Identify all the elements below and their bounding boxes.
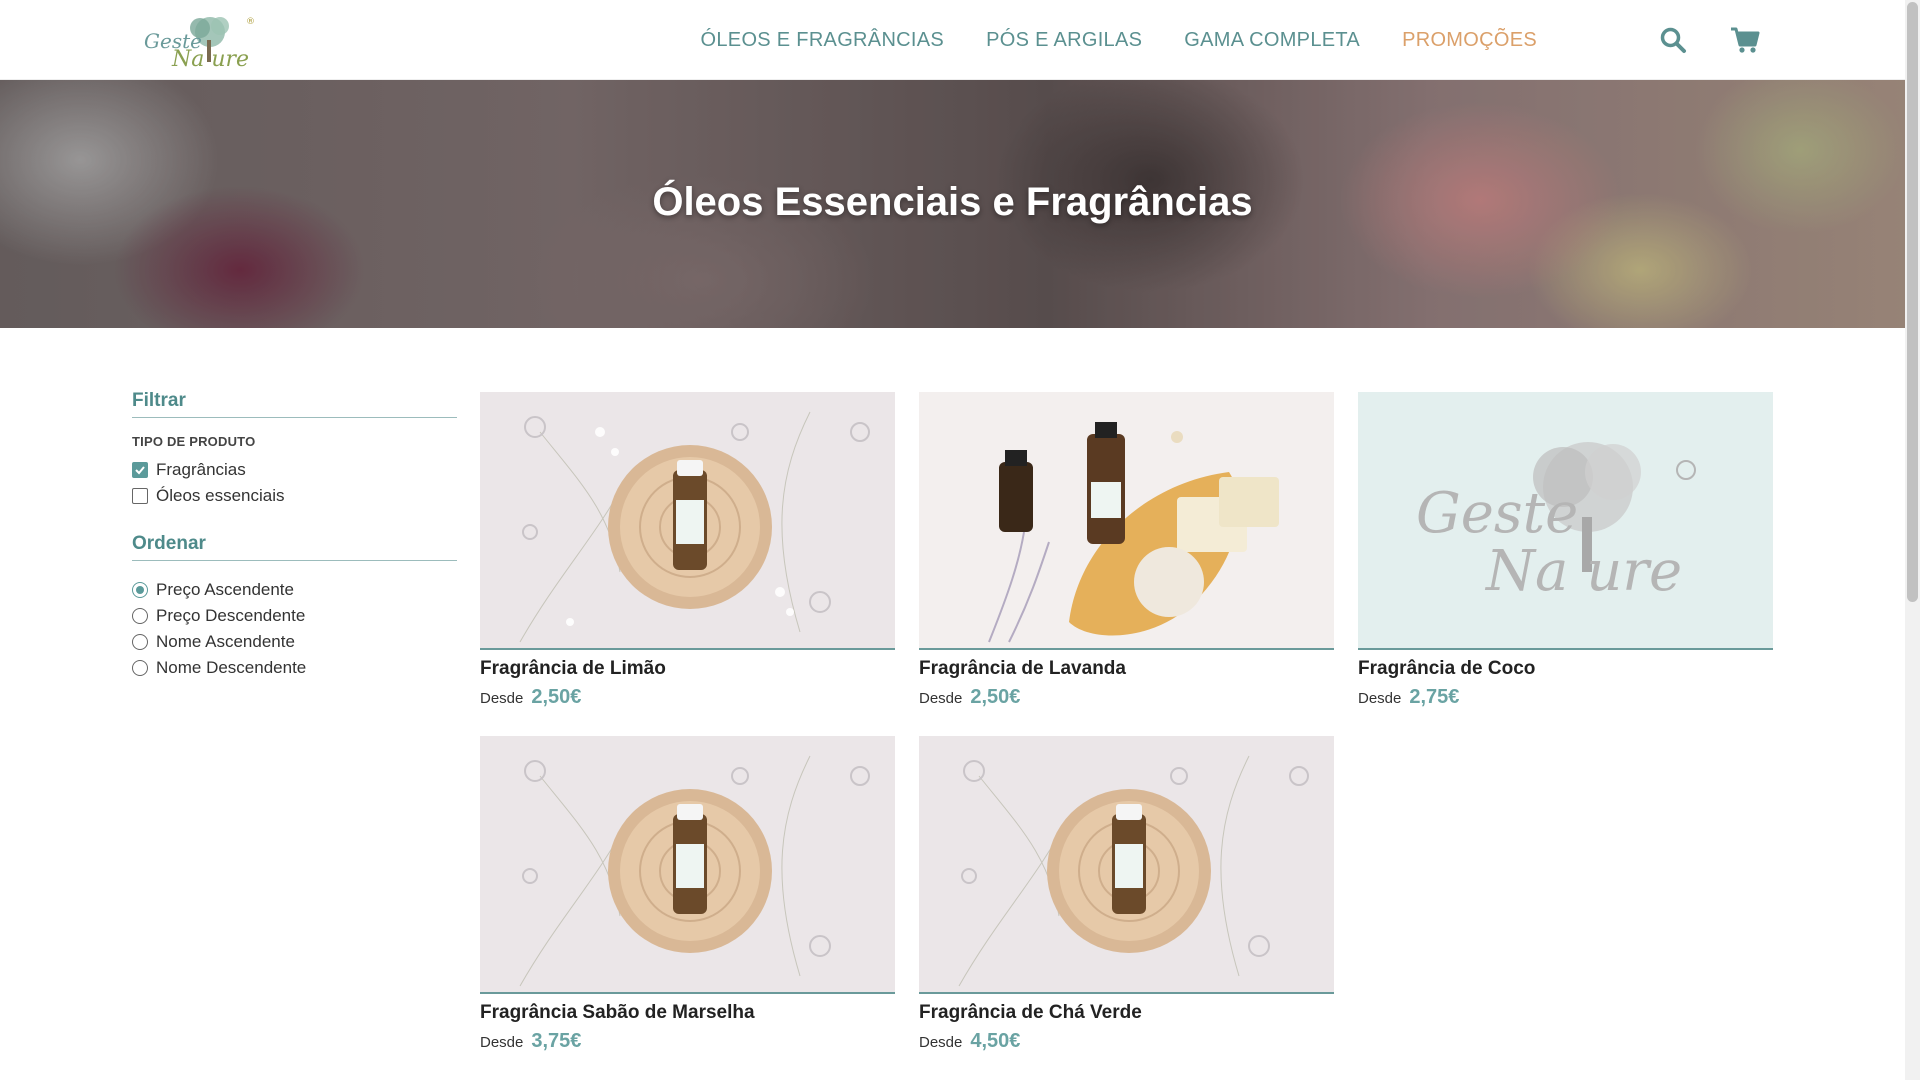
checkbox-checked[interactable] xyxy=(132,462,148,478)
filter-oleos-label: Óleos essenciais xyxy=(156,486,285,505)
logo-icon: Geste Na ure ® xyxy=(144,17,255,72)
filter-fragrancias-label: Fragrâncias xyxy=(156,460,246,479)
product-card[interactable]: Geste Na ure Fragrância de Coco Desde 2,… xyxy=(1358,392,1773,712)
product-card[interactable]: Fragrância de Lavanda Desde 2,50€ xyxy=(919,392,1334,712)
price-value: 2,50€ xyxy=(970,686,1021,708)
sort-nome-ascendente[interactable]: Nome Ascendente xyxy=(132,629,457,655)
radio-unselected[interactable] xyxy=(132,608,148,624)
radio-unselected[interactable] xyxy=(132,660,148,676)
product-name[interactable]: Fragrância de Chá Verde xyxy=(919,1002,1334,1024)
search-icon xyxy=(1660,27,1686,53)
product-price: Desde 2,50€ xyxy=(480,686,895,709)
price-value: 2,50€ xyxy=(531,686,582,708)
sort-nome-descendente[interactable]: Nome Descendente xyxy=(132,655,457,681)
radio-selected[interactable] xyxy=(132,582,148,598)
svg-text:Geste: Geste xyxy=(1416,481,1578,546)
cart-icon xyxy=(1731,27,1760,53)
site-header: Geste Na ure ® ÓLEOS E FRAGRÂNCIAS PÓS E… xyxy=(0,0,1905,80)
product-name[interactable]: Fragrância de Lavanda xyxy=(919,658,1334,680)
svg-text:Na ure: Na ure xyxy=(171,47,249,70)
search-button[interactable] xyxy=(1655,22,1691,58)
hero-banner: Óleos Essenciais e Fragrâncias xyxy=(0,80,1905,328)
filter-sidebar: Filtrar TIPO DE PRODUTO Fragrâncias Óleo… xyxy=(132,390,457,681)
nav-gama-completa[interactable]: GAMA COMPLETA xyxy=(1184,29,1360,52)
product-image[interactable] xyxy=(480,736,895,994)
price-from-label: Desde xyxy=(919,1034,963,1051)
product-image[interactable] xyxy=(480,392,895,650)
product-price: Desde 4,50€ xyxy=(919,1030,1334,1053)
page-title: Óleos Essenciais e Fragrâncias xyxy=(652,180,1253,224)
bottle-on-wood-slice-image xyxy=(958,755,1309,987)
product-price: Desde 2,75€ xyxy=(1358,686,1773,709)
price-from-label: Desde xyxy=(919,690,963,707)
price-from-label: Desde xyxy=(480,690,524,707)
bottles-and-soaps-image xyxy=(988,422,1279,643)
bottle-on-wood-slice-image xyxy=(519,755,870,987)
sort-option-label: Nome Ascendente xyxy=(156,632,295,651)
sort-preco-descendente[interactable]: Preço Descendente xyxy=(132,603,457,629)
sort-heading: Ordenar xyxy=(132,533,457,561)
logo[interactable]: Geste Na ure ® xyxy=(140,10,270,72)
sort-preco-ascendente[interactable]: Preço Ascendente xyxy=(132,577,457,603)
product-image[interactable] xyxy=(919,392,1334,650)
bottle-on-wood-slice-image xyxy=(519,411,870,643)
price-from-label: Desde xyxy=(1358,690,1402,707)
price-value: 2,75€ xyxy=(1409,686,1460,708)
scrollbar[interactable] xyxy=(1905,0,1920,1080)
geste-nature-logo-placeholder-image: Geste Na ure xyxy=(1416,442,1696,604)
svg-text:Na ure: Na ure xyxy=(1484,539,1682,604)
cart-button[interactable] xyxy=(1727,22,1763,58)
price-value: 3,75€ xyxy=(531,1030,582,1052)
sort-option-label: Preço Descendente xyxy=(156,606,306,625)
product-name[interactable]: Fragrância Sabão de Marselha xyxy=(480,1002,895,1024)
check-icon xyxy=(135,466,145,475)
price-from-label: Desde xyxy=(480,1034,524,1051)
sort-option-label: Preço Ascendente xyxy=(156,580,294,599)
product-type-label: TIPO DE PRODUTO xyxy=(132,434,256,449)
product-card[interactable]: Fragrância de Limão Desde 2,50€ xyxy=(480,392,895,712)
filter-oleos-essenciais[interactable]: Óleos essenciais xyxy=(132,483,457,509)
svg-text:®: ® xyxy=(246,17,255,27)
radio-unselected[interactable] xyxy=(132,634,148,650)
filter-fragrancias[interactable]: Fragrâncias xyxy=(132,457,457,483)
checkbox-unchecked[interactable] xyxy=(132,488,148,504)
product-price: Desde 3,75€ xyxy=(480,1030,895,1053)
product-name[interactable]: Fragrância de Limão xyxy=(480,658,895,680)
product-image[interactable] xyxy=(919,736,1334,994)
filter-heading: Filtrar xyxy=(132,390,457,418)
nav-oleos-fragrancias[interactable]: ÓLEOS E FRAGRÂNCIAS xyxy=(701,29,945,52)
main-nav: ÓLEOS E FRAGRÂNCIAS PÓS E ARGILAS GAMA C… xyxy=(701,0,1705,80)
product-card[interactable]: Fragrância Sabão de Marselha Desde 3,75€ xyxy=(480,736,895,1056)
product-price: Desde 2,50€ xyxy=(919,686,1334,709)
price-value: 4,50€ xyxy=(970,1030,1021,1052)
product-name[interactable]: Fragrância de Coco xyxy=(1358,658,1773,680)
product-card[interactable]: Fragrância de Chá Verde Desde 4,50€ xyxy=(919,736,1334,1056)
product-image[interactable]: Geste Na ure xyxy=(1358,392,1773,650)
scrollbar-thumb[interactable] xyxy=(1907,2,1918,602)
nav-promocoes[interactable]: PROMOÇÕES xyxy=(1402,29,1537,52)
sort-option-label: Nome Descendente xyxy=(156,658,307,677)
nav-pos-argilas[interactable]: PÓS E ARGILAS xyxy=(986,29,1142,52)
